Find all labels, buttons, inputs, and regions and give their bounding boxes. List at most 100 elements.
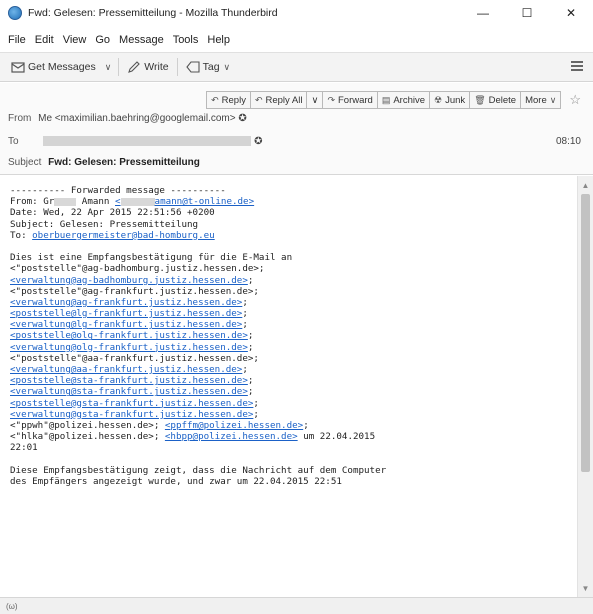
reply-all-label: Reply All [265,94,303,106]
recipient-link[interactable]: <verwaltung@gsta-frankfurt.justiz.hessen… [10,409,253,420]
intro-line: Dies ist eine Empfangsbestätigung für di… [10,252,293,264]
recipient-link[interactable]: <verwaltung@lg-frankfurt.justiz.hessen.d… [10,319,242,330]
star-icon[interactable]: ☆ [569,92,581,108]
get-messages-label: Get Messages [28,61,96,73]
recipient-line: <poststelle@olg-frankfurt.justiz.hessen.… [10,330,567,341]
toolbar-separator [118,58,120,76]
menu-file[interactable]: File [8,34,26,46]
fwd-subject-line: Subject: Gelesen: Pressemitteilung [10,218,199,230]
recipient-link[interactable]: <verwaltung@olg-frankfurt.justiz.hessen.… [10,342,248,353]
recipient-line: <verwaltung@aa-frankfurt.justiz.hessen.d… [10,364,567,375]
reply-all-dropdown[interactable]: ∨ [306,91,324,109]
main-toolbar: Get Messages ∨ Write Tag ∨ [0,52,593,82]
recipient-link[interactable]: <poststelle@gsta-frankfurt.justiz.hessen… [10,398,253,409]
recipient-link[interactable]: <verwaltung@ag-badhomburg.justiz.hessen.… [10,275,248,286]
separator: ; [242,308,248,320]
tag-icon [185,61,200,73]
minimize-button[interactable]: — [461,0,505,26]
get-messages-button[interactable]: Get Messages [6,56,101,78]
tag-button[interactable]: Tag ∨ [181,56,240,78]
contact-star-icon[interactable]: ✪ [238,113,246,124]
menu-view[interactable]: View [63,34,87,46]
app-menu-icon[interactable] [571,61,583,71]
vertical-scrollbar[interactable]: ▲ ▼ [577,176,593,597]
fwd-from-link-end: amann@t-online.de> [154,196,255,208]
tag-dropdown-icon: ∨ [223,61,231,72]
fwd-from-link[interactable]: < amann@t-online.de> [115,196,254,207]
recipient-text: <"ppwh"@polizei.hessen.de>; [10,419,165,431]
recipient-link[interactable]: <poststelle@olg-frankfurt.justiz.hessen.… [10,330,248,341]
status-bar: (ω) [0,597,593,614]
to-value-redacted [43,136,252,147]
menu-edit[interactable]: Edit [35,34,54,46]
recipient-line: <verwaltung@ag-badhomburg.justiz.hessen.… [10,275,567,286]
from-row: From Me <maximilian.baehring@googlemail.… [8,113,247,124]
timestamp-text: um 22.04.2015 [297,431,376,443]
junk-label: Junk [445,94,466,106]
fwd-date-line: Date: Wed, 22 Apr 2015 22:51:56 +0200 [10,207,215,219]
separator: ; [247,341,254,353]
from-value[interactable]: Me <maximilian.baehring@googlemail.com> [38,113,235,124]
get-messages-icon [11,62,25,73]
write-button[interactable]: Write [122,56,173,78]
fwd-to-link[interactable]: oberbuergermeister@bad-homburg.eu [32,230,215,241]
scroll-thumb[interactable] [581,194,590,472]
fwd-to-line: To: oberbuergermeister@bad-homburg.eu [10,230,567,241]
more-button[interactable]: More ∨ [520,91,562,109]
reply-button[interactable]: ↶ Reply [206,91,251,109]
header-actions: ↶ Reply ↶ Reply All ∨ ↷ Forward ▤ Archive ☢ J… [206,91,581,109]
recipient-link[interactable]: <poststelle@sta-frankfurt.justiz.hessen.… [10,375,248,386]
contact-star-icon[interactable]: ✪ [254,136,262,147]
toolbar-separator [176,58,178,76]
recipient-link[interactable]: <verwaltung@sta-frankfurt.justiz.hessen.… [10,386,248,397]
recipient-line: <verwaltung@ag-frankfurt.justiz.hessen.d… [10,297,567,308]
message-body: ---------- Forwarded message ---------- … [0,176,577,597]
close-button[interactable]: ✕ [549,0,593,26]
subject-label: Subject [8,157,42,168]
recipient-line: <"poststelle"@ag-badhomburg.justiz.hesse… [10,263,265,275]
menu-help[interactable]: Help [207,34,230,46]
subject-value: Fwd: Gelesen: Pressemitteilung [48,157,200,168]
pencil-icon [128,61,141,73]
window-title: Fwd: Gelesen: Pressemitteilung - Mozilla… [28,7,278,19]
separator: ; [253,397,259,409]
fwd-from-prefix: From: Gr [10,196,55,208]
archive-label: Archive [393,94,426,106]
get-messages-dropdown-icon[interactable]: ∨ [101,62,116,73]
forward-button[interactable]: ↷ Forward [322,91,378,109]
scroll-down-icon[interactable]: ▼ [578,581,593,595]
to-row: To ✪ [8,136,263,147]
from-label: From [8,113,32,124]
recipient-link[interactable]: <verwaltung@ag-frankfurt.justiz.hessen.d… [10,297,242,308]
recipient-line: <"hlka"@polizei.hessen.de>; <hbpp@polize… [10,431,567,442]
delete-label: Delete [488,94,517,106]
maximize-button[interactable]: ☐ [505,0,549,26]
reply-all-button[interactable]: ↶ Reply All [249,91,308,109]
more-label: More [525,94,547,106]
chevron-down-icon: ∨ [311,94,319,106]
recipient-line: <poststelle@gsta-frankfurt.justiz.hessen… [10,398,567,409]
scroll-up-icon[interactable]: ▲ [578,178,593,192]
separator: ; [242,364,248,375]
archive-button[interactable]: ▤ Archive [376,91,431,109]
chevron-down-icon: ∨ [549,94,557,105]
timestamp-line: 22:01 [10,442,38,454]
junk-icon: ☢ [434,94,443,105]
menu-tools[interactable]: Tools [173,34,199,46]
reply-label: Reply [221,94,246,106]
recipient-line: <"poststelle"@aa-frankfurt.justiz.hessen… [10,352,259,364]
recipient-text: <"hlka"@polizei.hessen.de>; [10,431,165,443]
redacted-email [120,197,155,206]
menu-go[interactable]: Go [95,34,110,46]
subject-row: Subject Fwd: Gelesen: Pressemitteilung [8,157,200,168]
recipient-link[interactable]: <hbpp@polizei.hessen.de> [165,431,298,442]
recipient-line: <poststelle@lg-frankfurt.justiz.hessen.d… [10,308,567,319]
recipient-link[interactable]: <verwaltung@aa-frankfurt.justiz.hessen.d… [10,364,242,375]
recipient-link[interactable]: <ppffm@polizei.hessen.de> [165,420,303,431]
junk-button[interactable]: ☢ Junk [429,91,471,109]
delete-button[interactable]: 🗑 Delete [469,91,522,109]
recipient-link[interactable]: <poststelle@lg-frankfurt.justiz.hessen.d… [10,308,242,319]
menu-message[interactable]: Message [119,34,164,46]
